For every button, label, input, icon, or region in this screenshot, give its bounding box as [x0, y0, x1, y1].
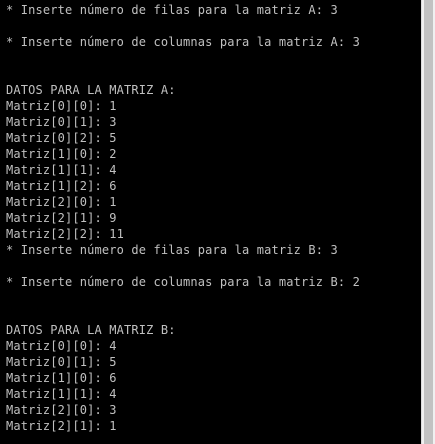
console-line: * Inserte número de filas para la matriz… — [6, 3, 338, 17]
console-line: Matriz[0][1]: 3 — [6, 115, 117, 129]
console-lines: * Inserte número de filas para la matriz… — [6, 2, 360, 434]
console-line: DATOS PARA LA MATRIZ B: — [6, 323, 176, 337]
console-output: * Inserte número de filas para la matriz… — [0, 0, 421, 444]
console-line: Matriz[1][1]: 4 — [6, 387, 117, 401]
console-line: Matriz[0][0]: 4 — [6, 339, 117, 353]
console-line: Matriz[1][2]: 6 — [6, 179, 117, 193]
console-line: Matriz[2][1]: 1 — [6, 419, 117, 433]
console-line: Matriz[2][0]: 3 — [6, 403, 117, 417]
console-line: Matriz[1][0]: 6 — [6, 371, 117, 385]
console-line: Matriz[0][1]: 5 — [6, 355, 117, 369]
console-line: DATOS PARA LA MATRIZ A: — [6, 83, 176, 97]
console-line: * Inserte número de filas para la matriz… — [6, 243, 338, 257]
console-line: Matriz[2][0]: 1 — [6, 195, 117, 209]
console-line: Matriz[0][0]: 1 — [6, 99, 117, 113]
scrollbar-thumb[interactable] — [424, 0, 433, 444]
console-line: Matriz[2][2]: 11 — [6, 227, 124, 241]
vertical-scrollbar[interactable] — [421, 0, 435, 444]
console-line: Matriz[1][1]: 4 — [6, 163, 117, 177]
console-line: Matriz[2][1]: 9 — [6, 211, 117, 225]
console-line: * Inserte número de columnas para la mat… — [6, 275, 360, 289]
console-line: * Inserte número de columnas para la mat… — [6, 35, 360, 49]
console-line: Matriz[1][0]: 2 — [6, 147, 117, 161]
console-line: Matriz[0][2]: 5 — [6, 131, 117, 145]
